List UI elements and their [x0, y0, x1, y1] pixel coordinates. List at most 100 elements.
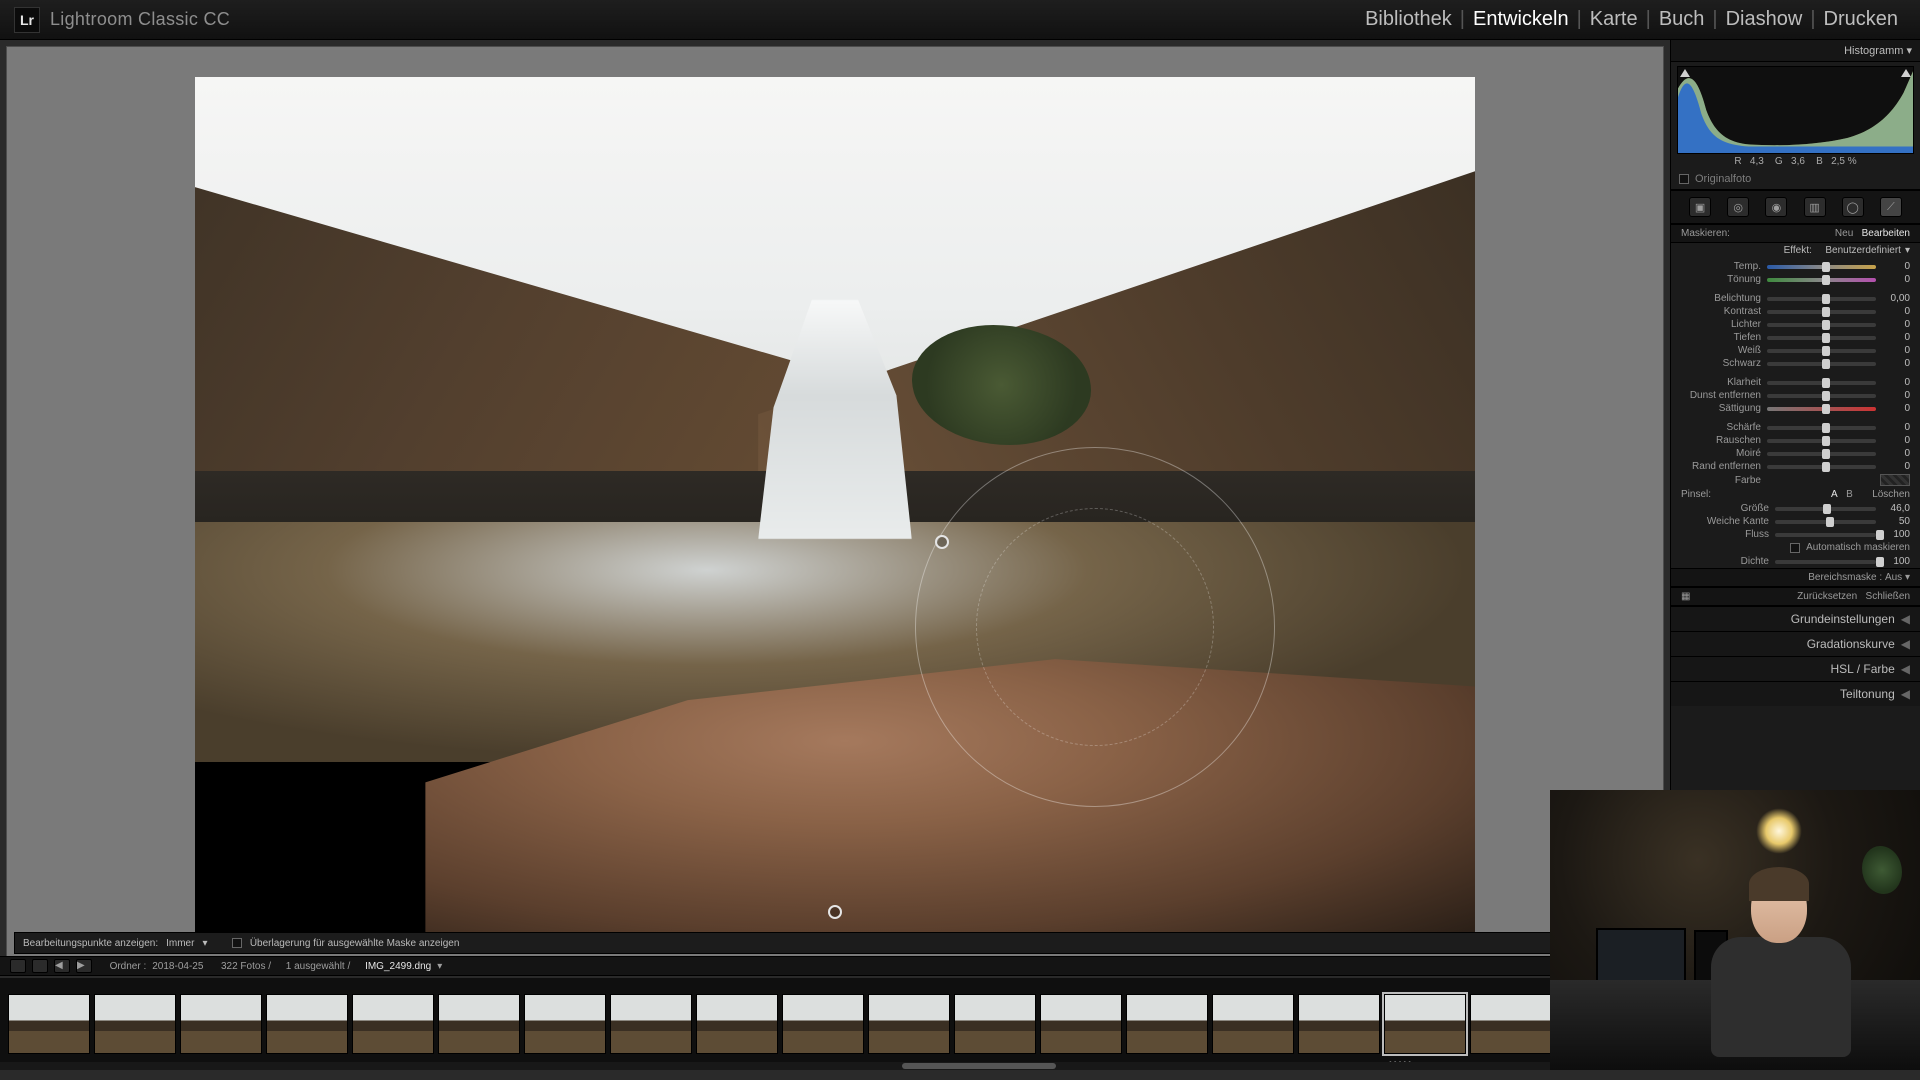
slider-tint[interactable]	[1767, 278, 1876, 282]
slider-value-size: 46,0	[1882, 503, 1910, 514]
pins-visibility-mode[interactable]: Immer	[166, 938, 194, 949]
chevron-down-icon[interactable]: ▾	[1905, 572, 1910, 583]
module-book[interactable]: Buch	[1651, 8, 1713, 31]
slider-moire[interactable]	[1767, 452, 1876, 456]
module-library[interactable]: Bibliothek	[1357, 8, 1460, 31]
slider-label-saturation: Sättigung	[1681, 403, 1761, 414]
filmstrip-thumb[interactable]	[782, 994, 864, 1054]
filmstrip-thumb[interactable]	[180, 994, 262, 1054]
filmstrip-thumb[interactable]	[438, 994, 520, 1054]
redeye-tool-icon[interactable]: ◉	[1765, 197, 1787, 217]
selected-count: 1 ausgewählt /	[286, 961, 351, 972]
nav-fwd-icon[interactable]: ▶	[76, 959, 92, 973]
effect-label: Effekt:	[1784, 245, 1812, 256]
panel-tonecurve[interactable]: Gradationskurve◀	[1671, 631, 1920, 656]
slider-clarity[interactable]	[1767, 381, 1876, 385]
original-checkbox[interactable]	[1679, 174, 1689, 184]
overlay-checkbox[interactable]	[232, 938, 242, 948]
brush-b[interactable]: B	[1846, 489, 1853, 500]
spot-tool-icon[interactable]: ◎	[1727, 197, 1749, 217]
mask-toggle-icon[interactable]: ▦	[1681, 591, 1690, 602]
mask-new[interactable]: Neu	[1835, 228, 1853, 239]
filmstrip-thumb[interactable]	[94, 994, 176, 1054]
color-swatch[interactable]	[1880, 474, 1910, 486]
slider-dehaze[interactable]	[1767, 394, 1876, 398]
radial-tool-icon[interactable]: ◯	[1842, 197, 1864, 217]
slider-label-shadows: Tiefen	[1681, 332, 1761, 343]
automask-label: Automatisch maskieren	[1806, 542, 1910, 553]
filmstrip-thumb[interactable]	[1212, 994, 1294, 1054]
slider-blacks[interactable]	[1767, 362, 1876, 366]
slider-sharpness[interactable]	[1767, 426, 1876, 430]
filmstrip-thumb[interactable]	[868, 994, 950, 1054]
slider-saturation[interactable]	[1767, 407, 1876, 411]
filmstrip-thumb[interactable]	[1298, 994, 1380, 1054]
module-print[interactable]: Drucken	[1816, 8, 1906, 31]
rgb-readout: R 4,3 G 3,6 B 2,5 %	[1671, 156, 1920, 171]
panel-basic[interactable]: Grundeinstellungen◀	[1671, 606, 1920, 631]
range-mask-value[interactable]: Aus	[1885, 572, 1902, 583]
filmstrip-thumb[interactable]	[1470, 994, 1552, 1054]
filmstrip-thumb[interactable]	[696, 994, 778, 1054]
filmstrip-thumb[interactable]	[266, 994, 348, 1054]
slider-shadows[interactable]	[1767, 336, 1876, 340]
module-develop[interactable]: Entwickeln	[1465, 8, 1577, 31]
module-map[interactable]: Karte	[1582, 8, 1646, 31]
slider-noise[interactable]	[1767, 439, 1876, 443]
current-filename[interactable]: IMG_2499.dng	[365, 961, 431, 972]
filmstrip-thumb[interactable]: •••••	[1384, 994, 1466, 1054]
preview-image	[195, 77, 1475, 933]
filmstrip-thumb[interactable]	[352, 994, 434, 1054]
chevron-down-icon[interactable]: ▾	[202, 938, 207, 949]
slider-density[interactable]	[1775, 560, 1876, 564]
slider-defringe[interactable]	[1767, 465, 1876, 469]
automask-checkbox[interactable]	[1790, 543, 1800, 553]
mask-edit[interactable]: Bearbeiten	[1862, 228, 1910, 239]
slider-whites[interactable]	[1767, 349, 1876, 353]
slider-value-clarity: 0	[1882, 377, 1910, 388]
module-switcher: Bibliothek| Entwickeln| Karte| Buch| Dia…	[1357, 8, 1906, 31]
brush-a[interactable]: A	[1831, 489, 1838, 500]
panel-hsl[interactable]: HSL / Farbe◀	[1671, 656, 1920, 681]
nav-back-icon[interactable]: ◀	[54, 959, 70, 973]
filmstrip-thumb[interactable]	[954, 994, 1036, 1054]
filmstrip-thumb[interactable]	[1126, 994, 1208, 1054]
image-canvas[interactable]	[6, 46, 1664, 964]
second-window-icon[interactable]	[10, 959, 26, 973]
slider-exposure[interactable]	[1767, 297, 1876, 301]
grid-view-icon[interactable]	[32, 959, 48, 973]
slider-temp[interactable]	[1767, 265, 1876, 269]
slider-label-noise: Rauschen	[1681, 435, 1761, 446]
filmstrip-thumb[interactable]	[610, 994, 692, 1054]
range-mask-label: Bereichsmaske :	[1808, 572, 1882, 583]
slider-feather[interactable]	[1775, 520, 1876, 524]
folder-name[interactable]: 2018-04-25	[152, 961, 203, 972]
filmstrip-thumb[interactable]	[524, 994, 606, 1054]
filmstrip-thumb[interactable]	[1040, 994, 1122, 1054]
slider-value-blacks: 0	[1882, 358, 1910, 369]
filmstrip-thumb[interactable]	[8, 994, 90, 1054]
histogram[interactable]	[1677, 66, 1914, 154]
slider-value-exposure: 0,00	[1882, 293, 1910, 304]
brush-tool-icon[interactable]: ⟋	[1880, 197, 1902, 217]
chevron-down-icon[interactable]: ▾	[1906, 45, 1912, 57]
slider-size[interactable]	[1775, 507, 1876, 511]
gradient-tool-icon[interactable]: ▥	[1804, 197, 1826, 217]
brush-erase[interactable]: Löschen	[1872, 489, 1910, 500]
adjustment-pin[interactable]	[935, 535, 949, 549]
slider-label-exposure: Belichtung	[1681, 293, 1761, 304]
reset-button[interactable]: Zurücksetzen	[1797, 591, 1857, 602]
slider-contrast[interactable]	[1767, 310, 1876, 314]
close-button[interactable]: Schließen	[1866, 591, 1910, 602]
slider-label-flow: Fluss	[1681, 529, 1769, 540]
slider-flow[interactable]	[1775, 533, 1876, 537]
chevron-down-icon[interactable]: ▾	[1905, 245, 1910, 256]
crop-tool-icon[interactable]: ▣	[1689, 197, 1711, 217]
panel-splittone[interactable]: Teiltonung◀	[1671, 681, 1920, 706]
overlay-label: Überlagerung für ausgewählte Maske anzei…	[250, 938, 460, 949]
module-slideshow[interactable]: Diashow	[1718, 8, 1811, 31]
slider-highlights[interactable]	[1767, 323, 1876, 327]
chevron-down-icon[interactable]: ▾	[437, 961, 442, 972]
adjustment-pin[interactable]	[828, 905, 842, 919]
effect-preset[interactable]: Benutzerdefiniert	[1825, 245, 1901, 256]
